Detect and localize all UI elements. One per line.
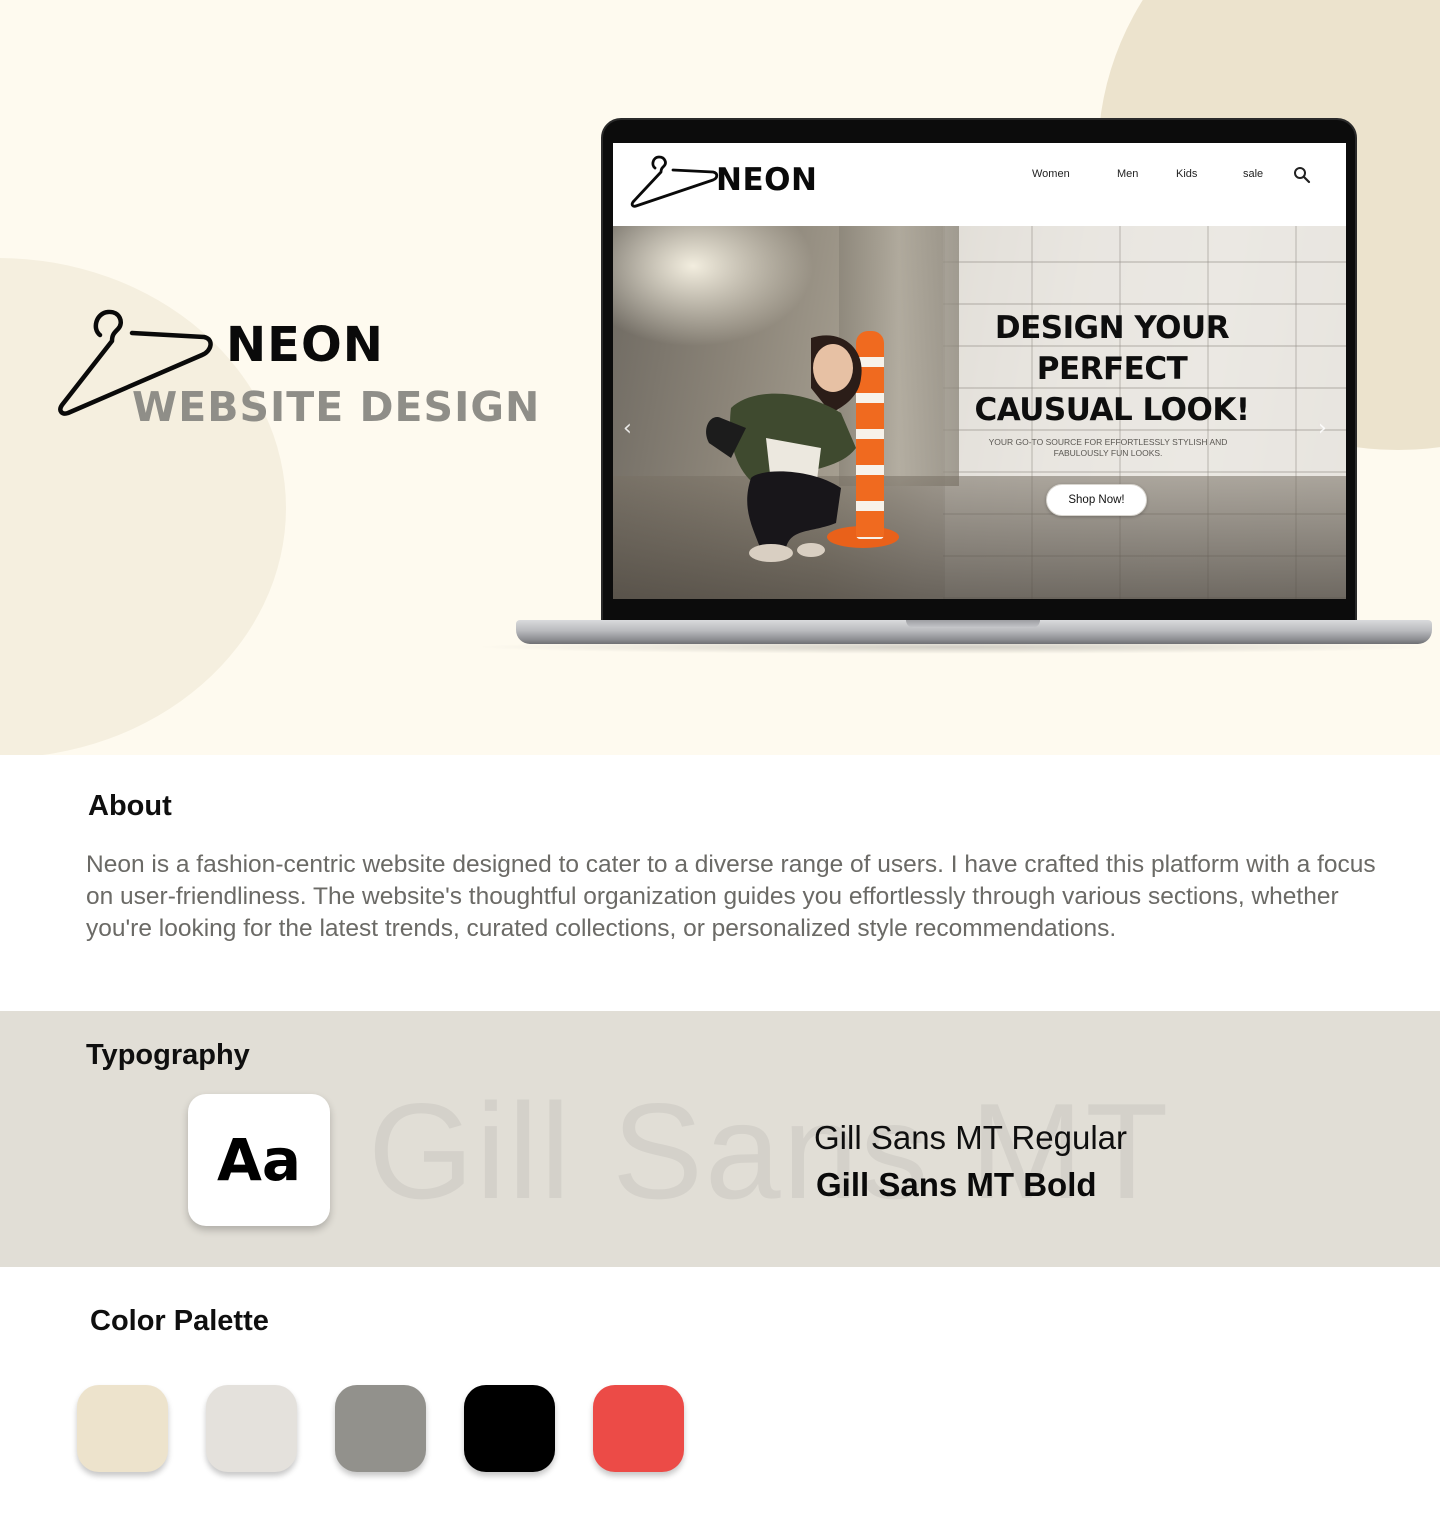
about-heading: About [88,790,172,822]
color-palette-heading: Color Palette [90,1305,269,1337]
chevron-right-icon[interactable]: › [1318,416,1327,441]
search-icon[interactable] [1293,166,1311,184]
nav-link-women[interactable]: Women [1032,168,1070,180]
mockup-logo-text[interactable]: NEON [716,162,817,198]
headline-line: CAUSUAL LOOK! [974,392,1250,428]
font-sample-card: Aa [188,1094,330,1226]
color-swatch-light-gray [206,1385,297,1472]
hero-section: NEON WEBSITE DESIGN NEON Women Men Kids … [0,0,1440,755]
mockup-navbar: NEON Women Men Kids sale [613,143,1346,226]
nav-link-kids[interactable]: Kids [1176,168,1197,180]
headline-line: DESIGN YOUR [994,310,1230,346]
brand-subtitle: WEBSITE DESIGN [132,383,541,431]
font-regular-label: Gill Sans MT Regular [814,1119,1128,1156]
color-swatch-gray [335,1385,426,1472]
brand-lockup: NEON WEBSITE DESIGN [52,295,552,445]
nav-link-men[interactable]: Men [1117,168,1138,180]
mockup-hero-banner: DESIGN YOUR PERFECT CAUSUAL LOOK! YOUR G… [613,226,1346,599]
shop-now-button[interactable]: Shop Now! [1046,484,1147,516]
nav-link-sale[interactable]: sale [1243,168,1263,180]
font-bold-label: Gill Sans MT Bold [816,1166,1097,1203]
color-swatch-black [464,1385,555,1472]
laptop-notch [906,620,1040,628]
typography-heading: Typography [86,1039,250,1071]
mockup-headline: DESIGN YOUR PERFECT CAUSUAL LOOK! [937,308,1287,431]
mockup-subtext: YOUR GO-TO SOURCE FOR EFFORTLESSLY STYLI… [988,437,1228,458]
website-mockup: NEON Women Men Kids sale DESIGN YOUR PER… [613,143,1346,599]
headline-line: PERFECT [1036,351,1188,387]
color-swatch-red [593,1385,684,1472]
hanger-icon [630,155,719,208]
model-photo [706,335,862,562]
color-swatch-beige [77,1385,168,1472]
about-paragraph: Neon is a fashion-centric website design… [86,851,1376,942]
chevron-left-icon[interactable]: ‹ [623,416,632,441]
typography-section: Typography Gill Sans MT Aa Gill Sans MT … [0,1011,1440,1267]
brand-name: NEON [226,317,384,373]
